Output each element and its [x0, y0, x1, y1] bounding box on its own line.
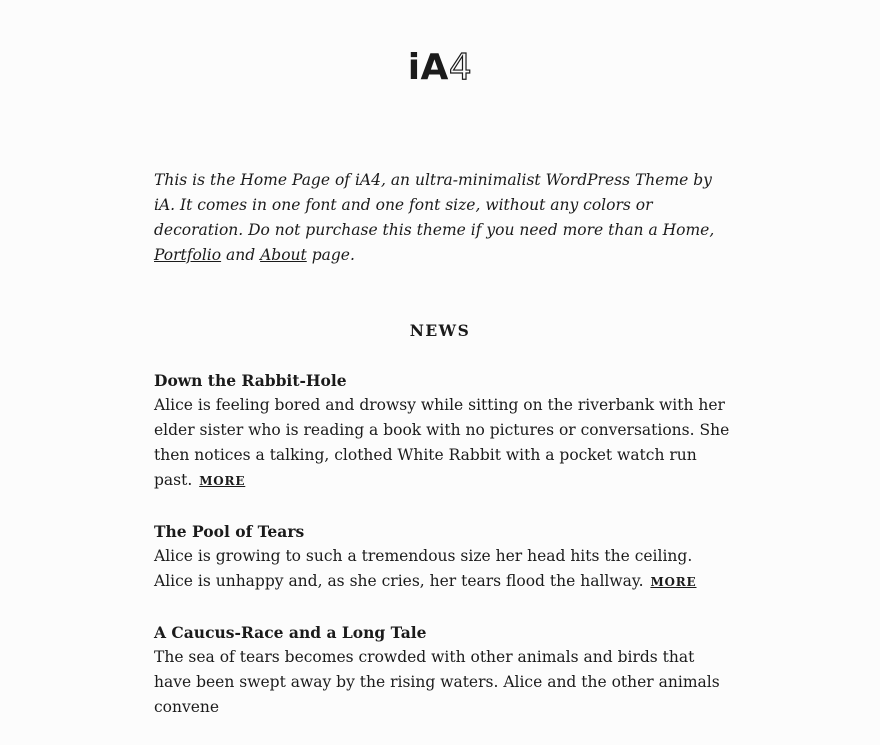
intro-text-before: This is the Home Page of iA4, an ultra-m… — [154, 171, 715, 239]
news-post: The Pool of Tears Alice is growing to su… — [154, 519, 734, 595]
more-link[interactable]: MORE — [650, 575, 696, 589]
news-post: A Caucus-Race and a Long Tale The sea of… — [154, 620, 734, 720]
intro-paragraph: This is the Home Page of iA4, an ultra-m… — [154, 168, 734, 268]
logo-solid-text: iA — [407, 47, 449, 88]
more-link[interactable]: MORE — [199, 474, 245, 488]
site-logo[interactable]: iA4 — [0, 46, 880, 90]
intro-text-after: page. — [306, 246, 355, 264]
intro-text-middle: and — [221, 246, 261, 264]
about-link[interactable]: About — [260, 246, 307, 264]
post-excerpt: The sea of tears becomes crowded with ot… — [154, 645, 734, 720]
post-excerpt-text: The sea of tears becomes crowded with ot… — [154, 648, 720, 716]
news-post: Down the Rabbit-Hole Alice is feeling bo… — [154, 368, 734, 494]
post-excerpt-text: Alice is growing to such a tremendous si… — [154, 547, 693, 590]
post-title[interactable]: The Pool of Tears — [154, 519, 734, 544]
post-title[interactable]: Down the Rabbit-Hole — [154, 368, 734, 393]
portfolio-link[interactable]: Portfolio — [154, 246, 221, 264]
post-title[interactable]: A Caucus-Race and a Long Tale — [154, 620, 734, 645]
logo-outline-text: 4 — [448, 46, 473, 88]
news-section-title: NEWS — [409, 321, 471, 340]
post-excerpt: Alice is feeling bored and drowsy while … — [154, 393, 734, 494]
news-list: Down the Rabbit-Hole Alice is feeling bo… — [154, 368, 734, 745]
post-excerpt: Alice is growing to such a tremendous si… — [154, 544, 734, 595]
